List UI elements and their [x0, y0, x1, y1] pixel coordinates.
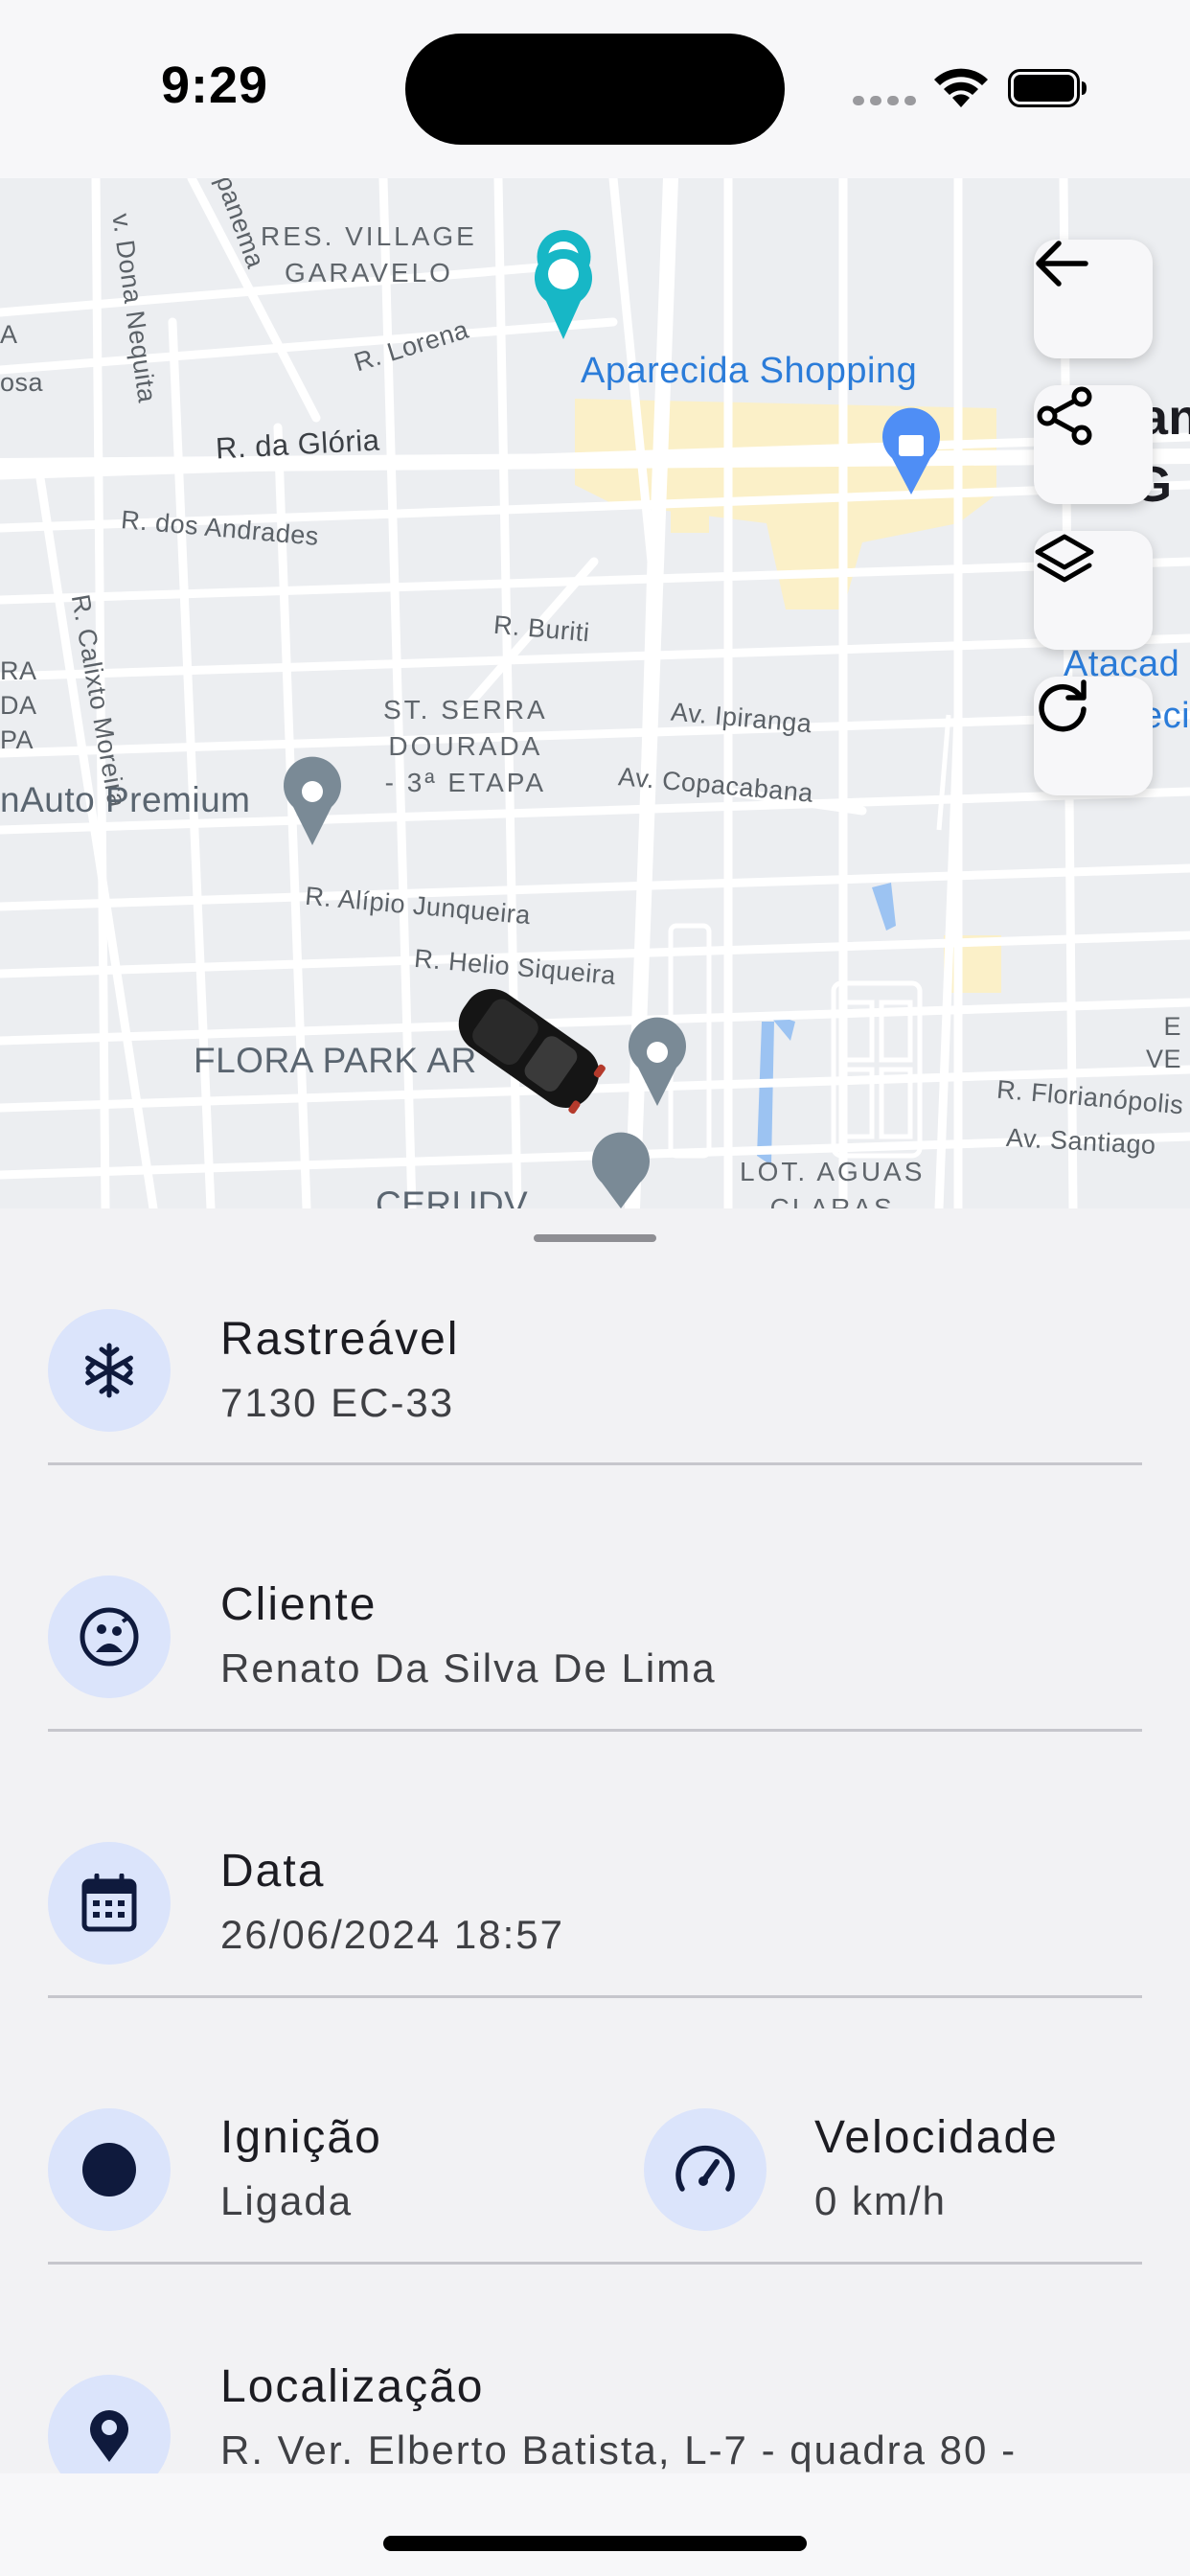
- sheet-drag-handle[interactable]: [534, 1234, 656, 1242]
- status-bar: 9:29: [0, 0, 1190, 178]
- map-view[interactable]: RES. VILLAGE GARAVELO R. Lorena Aparecid…: [0, 178, 1190, 1208]
- status-time: 9:29: [161, 57, 269, 114]
- share-icon: [1037, 386, 1092, 446]
- home-indicator-area: [0, 2473, 1190, 2576]
- map-label-aparecida-shopping[interactable]: Aparecida Shopping: [581, 351, 917, 392]
- data-value: 26/06/2024 18:57: [220, 1912, 564, 1957]
- velocidade-title: Velocidade: [814, 2112, 1059, 2163]
- cliente-title: Cliente: [220, 1579, 378, 1630]
- map-streets: [0, 178, 1190, 1208]
- battery-icon: [1008, 69, 1087, 107]
- localizacao-value: R. Ver. Elberto Batista, L-7 - quadra 80…: [220, 2427, 1018, 2472]
- back-button[interactable]: [1034, 240, 1153, 358]
- localizacao-title: Localização: [220, 2361, 485, 2412]
- velocidade-icon-badge: [644, 2108, 767, 2231]
- detail-row-data: Data 26/06/2024 18:57: [48, 1732, 1142, 1998]
- map-label-auto-premium[interactable]: nAuto Premium: [0, 780, 251, 820]
- refresh-icon: [1039, 679, 1087, 732]
- snowflake-icon: [85, 1343, 133, 1398]
- cliente-value: Renato Da Silva De Lima: [220, 1645, 717, 1690]
- arrow-left-icon: [1036, 241, 1088, 287]
- detail-row-localizacao: Localização R. Ver. Elberto Batista, L-7…: [48, 2265, 1142, 2473]
- layers-icon: [1035, 534, 1094, 583]
- details-sheet[interactable]: Rastreável 7130 EC-33 Cliente Renato Da …: [0, 1208, 1190, 2473]
- home-indicator[interactable]: [383, 2536, 807, 2551]
- calendar-icon: [81, 1874, 137, 1932]
- map-label-left-a: A osa: [0, 320, 44, 397]
- map-label-st-serra: ST. SERRA DOURADA - 3ª ETAPA: [383, 695, 548, 797]
- map-label-edge-ve: E VE: [1146, 1012, 1182, 1073]
- ignicao-title: Ignição: [220, 2112, 382, 2163]
- rastreavel-title: Rastreável: [220, 1314, 460, 1365]
- detail-row-rastreavel: Rastreável 7130 EC-33: [48, 1250, 1142, 1465]
- dynamic-island: [405, 34, 785, 145]
- velocidade-value: 0 km/h: [814, 2178, 948, 2223]
- dot-icon: [82, 2143, 136, 2196]
- map-label-cerudv: CERUDV: [376, 1184, 529, 1208]
- map-label-lot-aguas: LOT. AGUAS CLARAS: [740, 1157, 926, 1208]
- speedometer-icon: [675, 2145, 735, 2192]
- rastreavel-icon-badge: [48, 1309, 171, 1432]
- map-label-res-village: RES. VILLAGE GARAVELO: [261, 221, 477, 288]
- refresh-button[interactable]: [1034, 677, 1153, 795]
- user-circle-icon: [80, 1607, 139, 1667]
- cellular-signal-icon: [853, 96, 916, 105]
- detail-row-cliente: Cliente Renato Da Silva De Lima: [48, 1465, 1142, 1732]
- layers-button[interactable]: [1034, 531, 1153, 650]
- wifi-icon: [934, 68, 988, 107]
- cliente-icon-badge: [48, 1576, 171, 1698]
- localizacao-icon-badge: [48, 2375, 171, 2473]
- rastreavel-value: 7130 EC-33: [220, 1380, 455, 1425]
- share-button[interactable]: [1034, 385, 1153, 504]
- location-icon: [90, 2410, 128, 2462]
- detail-row-ignicao-velocidade: Ignição Ligada Velocidade 0 km/h: [48, 1998, 1142, 2265]
- ignicao-icon-badge: [48, 2108, 171, 2231]
- data-title: Data: [220, 1846, 326, 1897]
- data-icon-badge: [48, 1842, 171, 1965]
- map-label-left-ra: RA DA PA: [0, 656, 37, 754]
- map-label-flora-park: FLORA PARK AR: [194, 1041, 477, 1080]
- ignicao-value: Ligada: [220, 2178, 354, 2223]
